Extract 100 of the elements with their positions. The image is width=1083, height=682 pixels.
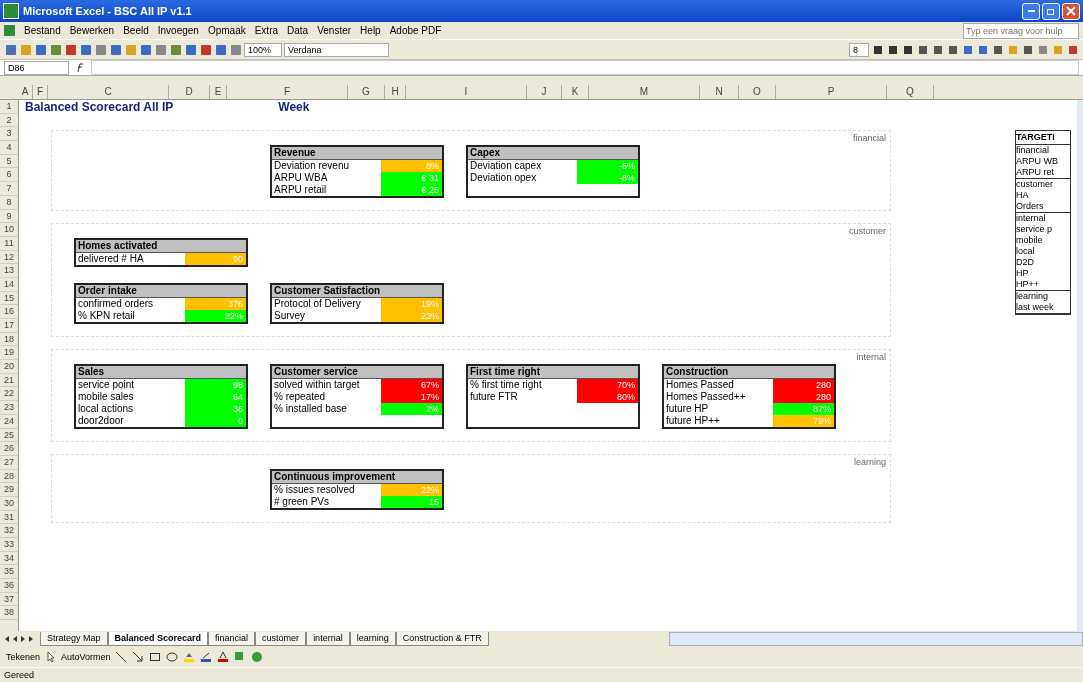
toolbar-icon[interactable]	[991, 43, 1004, 56]
menu-item[interactable]: Data	[287, 25, 309, 36]
row-header[interactable]: 20	[0, 360, 18, 374]
row-header[interactable]: 38	[0, 606, 18, 621]
toolbar-icon[interactable]	[931, 43, 944, 56]
sheet-tab[interactable]: internal	[306, 632, 350, 646]
menu-item[interactable]: Bestand	[24, 25, 61, 36]
menu-item[interactable]: Opmaak	[207, 25, 246, 36]
sheet-tab[interactable]: customer	[255, 632, 307, 646]
row-header[interactable]: 3	[0, 127, 18, 142]
sheet-tab[interactable]: financial	[208, 632, 256, 646]
column-header[interactable]: F	[33, 85, 48, 99]
column-header[interactable]: D	[169, 85, 210, 99]
column-header[interactable]: A	[18, 85, 33, 99]
row-header[interactable]: 33	[0, 538, 18, 552]
row-header[interactable]: 7	[0, 182, 18, 196]
row-header[interactable]: 5	[0, 154, 18, 169]
close-button[interactable]	[1062, 2, 1080, 20]
row-header[interactable]: 12	[0, 250, 18, 265]
column-header[interactable]: C	[48, 85, 169, 99]
toolbar-icon[interactable]	[901, 43, 914, 56]
row-header[interactable]: 10	[0, 223, 18, 237]
toolbar-icon[interactable]	[199, 43, 212, 56]
row-header[interactable]: 13	[0, 264, 18, 278]
row-header[interactable]: 23	[0, 401, 18, 415]
toolbar-icon[interactable]	[871, 43, 884, 56]
row-header[interactable]: 25	[0, 428, 18, 443]
column-header[interactable]: E	[210, 85, 227, 99]
column-header[interactable]: G	[348, 85, 385, 99]
toolbar-icon[interactable]	[916, 43, 929, 56]
column-header[interactable]: J	[527, 85, 562, 99]
row-header[interactable]: 36	[0, 579, 18, 593]
column-header[interactable]: F	[227, 85, 348, 99]
row-header[interactable]: 37	[0, 592, 18, 607]
rectangle-icon[interactable]	[148, 650, 162, 664]
row-header[interactable]: 4	[0, 141, 18, 155]
row-header[interactable]: 21	[0, 373, 18, 388]
row-header[interactable]: 35	[0, 565, 18, 580]
row-header[interactable]: 32	[0, 524, 18, 538]
font-dropdown[interactable]: Verdana	[284, 42, 390, 57]
column-header[interactable]: Q	[887, 85, 934, 99]
menu-item[interactable]: Help	[360, 25, 381, 36]
name-box[interactable]: D86	[4, 60, 69, 75]
row-header[interactable]: 9	[0, 209, 18, 224]
row-header[interactable]: 24	[0, 414, 18, 429]
row-header[interactable]: 18	[0, 332, 18, 347]
row-header[interactable]: 17	[0, 319, 18, 333]
function-icon[interactable]	[75, 62, 85, 73]
row-header[interactable]: 6	[0, 168, 18, 183]
menu-item[interactable]: Venster	[317, 25, 352, 36]
toolbar-icon[interactable]	[886, 43, 899, 56]
sheet-tab[interactable]: learning	[349, 632, 396, 646]
toolbar-icon[interactable]	[946, 43, 959, 56]
toolbar-icon[interactable]	[1066, 43, 1079, 56]
menu-item[interactable]: Invoegen	[157, 25, 199, 36]
row-header[interactable]: 15	[0, 291, 18, 306]
tab-navigation-icon[interactable]	[4, 635, 34, 643]
row-header[interactable]: 8	[0, 195, 18, 210]
menu-item[interactable]: Beeld	[123, 25, 149, 36]
row-header[interactable]: 19	[0, 346, 18, 361]
autoshapes-menu[interactable]: AutoVormen	[61, 652, 111, 662]
sheet-tab[interactable]: Balanced Scorecard	[107, 632, 209, 646]
column-header[interactable]: P	[776, 85, 887, 99]
draw-menu[interactable]: Tekenen	[6, 652, 41, 662]
column-header[interactable]: O	[739, 85, 776, 99]
zoom-dropdown[interactable]: 100%	[244, 42, 283, 57]
row-header[interactable]: 29	[0, 483, 18, 497]
sheet-tab[interactable]: Construction & FTR	[395, 632, 489, 646]
column-header[interactable]: H	[385, 85, 406, 99]
menu-item[interactable]: Adobe PDF	[389, 25, 442, 36]
oval-icon[interactable]	[165, 650, 179, 664]
formula-field[interactable]	[91, 60, 1079, 75]
row-header[interactable]: 27	[0, 455, 18, 470]
row-header[interactable]: 2	[0, 113, 18, 128]
line-icon[interactable]	[114, 650, 128, 664]
row-header[interactable]: 26	[0, 442, 18, 456]
arrow-icon[interactable]	[131, 650, 145, 664]
font-size-dropdown[interactable]: 8	[849, 42, 869, 57]
row-header[interactable]: 16	[0, 305, 18, 319]
sheet-tab[interactable]: Strategy Map	[40, 632, 108, 646]
minimize-button[interactable]	[1022, 2, 1040, 20]
column-header[interactable]: M	[589, 85, 700, 99]
row-header[interactable]: 14	[0, 277, 18, 292]
3d-icon[interactable]	[250, 650, 264, 664]
row-header[interactable]: 11	[0, 236, 18, 251]
row-header[interactable]: 22	[0, 387, 18, 402]
row-header[interactable]: 34	[0, 551, 18, 566]
row-header[interactable]: 1	[0, 100, 18, 114]
help-search-field[interactable]: Typ een vraag voor hulp	[963, 22, 1079, 39]
restore-button[interactable]	[1042, 2, 1060, 20]
column-header[interactable]: N	[700, 85, 739, 99]
line-color-icon[interactable]	[199, 650, 213, 664]
toolbar-icon[interactable]	[1021, 43, 1034, 56]
column-header[interactable]: I	[406, 85, 527, 99]
horizontal-scrollbar[interactable]	[668, 632, 1083, 646]
row-header[interactable]: 28	[0, 469, 18, 484]
menu-item[interactable]: Extra	[254, 25, 279, 36]
menu-item[interactable]: Bewerken	[69, 25, 115, 36]
column-header[interactable]: K	[562, 85, 589, 99]
vertical-scrollbar[interactable]	[1077, 100, 1083, 631]
